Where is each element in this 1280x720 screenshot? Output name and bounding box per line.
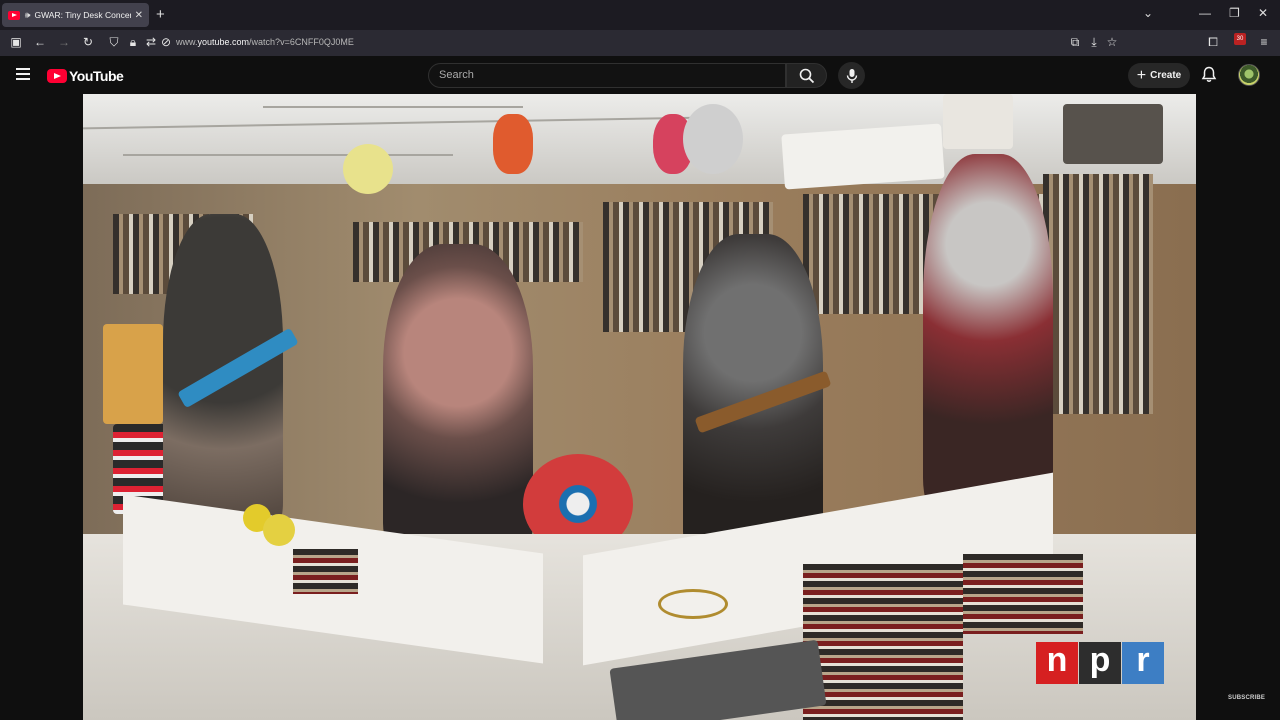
video-shelf	[1043, 174, 1153, 414]
tab-title: GWAR: Tiny Desk Concert	[34, 10, 131, 20]
browser-nav-bar: ▣ ← → ↻ ⛉ 🔒︎ ⇄ ⊘ www.youtube.com/watch?v…	[0, 30, 1280, 56]
video-performer	[383, 244, 533, 554]
guide-menu-icon[interactable]	[16, 68, 30, 80]
maximize-button[interactable]: ❐	[1229, 6, 1240, 20]
video-poster	[103, 324, 163, 424]
video-decoration	[781, 123, 945, 190]
new-tab-button[interactable]: +	[156, 6, 165, 23]
picture-in-picture-icon[interactable]: ⧉	[1067, 35, 1083, 50]
video-maraca	[263, 514, 295, 546]
permissions-icon[interactable]: ⇄	[143, 35, 159, 49]
video-player[interactable]: n p r	[83, 94, 1196, 720]
microphone-icon	[846, 68, 857, 83]
page-background-right	[1196, 94, 1280, 720]
shield-icon[interactable]: ⛉	[106, 35, 122, 50]
video-performer	[923, 154, 1053, 514]
back-icon[interactable]: ←	[32, 35, 48, 49]
url-bar[interactable]: www.youtube.com/watch?v=6CNFF0QJ0ME	[176, 37, 354, 47]
browser-tab-active[interactable]: 🕪 GWAR: Tiny Desk Concert ✕	[2, 3, 149, 27]
page-background-left	[0, 94, 83, 720]
video-books	[963, 554, 1083, 634]
video-decoration	[493, 114, 533, 174]
search-icon	[799, 68, 815, 84]
video-books	[293, 549, 358, 594]
close-tab-icon[interactable]: ✕	[135, 10, 143, 21]
voice-search-button[interactable]	[838, 62, 865, 89]
subscribe-watermark[interactable]: SUBSCRIBE	[1228, 695, 1265, 701]
create-button[interactable]: + Create	[1128, 63, 1190, 88]
browser-tab-strip: 🕪 GWAR: Tiny Desk Concert ✕ + ⌄ — ❐ ✕	[0, 0, 1280, 30]
bookmark-star-icon[interactable]: ☆	[1104, 35, 1120, 49]
video-decoration	[343, 144, 393, 194]
notifications-bell-icon[interactable]	[1201, 66, 1217, 83]
npr-letter: n	[1036, 642, 1078, 684]
autoplay-blocked-icon[interactable]: ⊘	[158, 35, 174, 49]
extensions-icon[interactable]: ⧠	[1205, 35, 1221, 50]
sidebar-toggle-icon[interactable]: ▣	[8, 35, 24, 49]
tab-list-chevron-icon[interactable]: ⌄	[1143, 6, 1153, 20]
minimize-button[interactable]: —	[1199, 6, 1211, 20]
video-decoration	[683, 104, 743, 174]
download-page-icon[interactable]: ⤓	[1086, 35, 1102, 50]
npr-letter: r	[1122, 642, 1164, 684]
speaker-icon[interactable]: 🕪	[25, 10, 31, 21]
menu-icon[interactable]: ≡	[1256, 35, 1272, 49]
video-decoration	[943, 94, 1013, 149]
search-button[interactable]	[786, 63, 827, 88]
youtube-play-icon	[47, 69, 67, 83]
reload-icon[interactable]: ↻	[80, 35, 96, 49]
video-scene-ceiling	[83, 94, 1196, 189]
search-input[interactable]: Search	[428, 63, 786, 88]
extension-badge[interactable]: 30	[1234, 33, 1246, 45]
npr-letter: p	[1079, 642, 1121, 684]
forward-icon[interactable]: →	[56, 35, 72, 49]
video-decoration	[1063, 104, 1163, 164]
lock-icon[interactable]: 🔒︎	[125, 35, 141, 50]
plus-icon: +	[1136, 66, 1147, 84]
youtube-logo[interactable]: YouTube	[47, 68, 124, 84]
npr-watermark: n p r	[1036, 642, 1164, 684]
video-cable-coil	[658, 589, 728, 619]
video-books	[803, 564, 963, 720]
account-avatar[interactable]	[1238, 64, 1260, 86]
youtube-favicon-icon	[8, 10, 20, 20]
close-window-button[interactable]: ✕	[1258, 6, 1268, 20]
